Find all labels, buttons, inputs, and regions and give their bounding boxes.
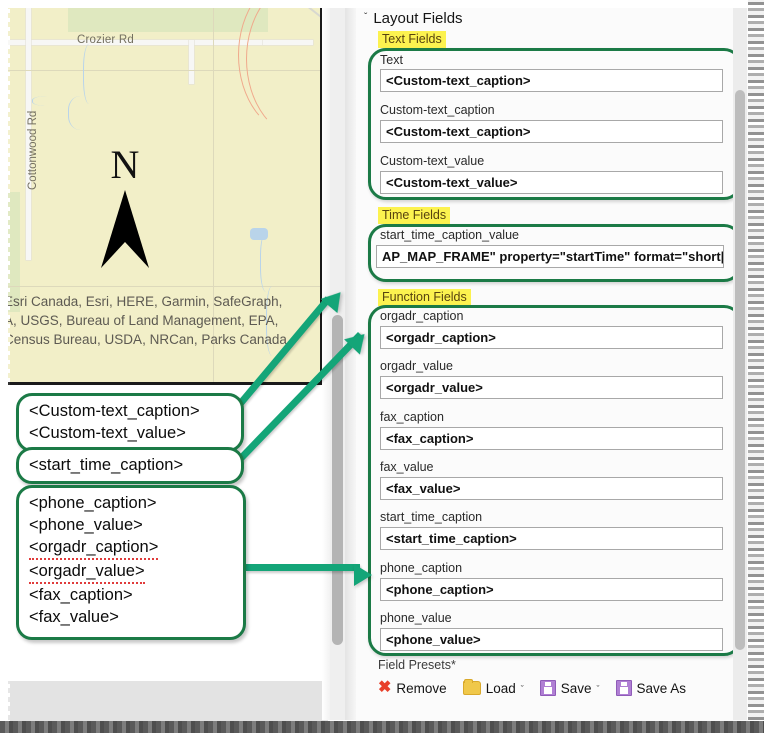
map-stream: [68, 96, 99, 130]
field-input-custom-text-value[interactable]: <Custom-text_value>: [380, 171, 723, 194]
field-label-phone-caption: phone_caption: [380, 561, 463, 575]
arrow-head-function-fields: [354, 564, 372, 586]
panel-title: Layout Fields: [373, 10, 463, 27]
attribution-line: Esri Canada, Esri, HERE, Garmin, SafeGra…: [8, 294, 283, 309]
callout-custom-text: <Custom-text_caption> <Custom-text_value…: [16, 393, 244, 452]
load-preset-button[interactable]: Load ˇ: [462, 679, 524, 696]
group-tag-time-fields: Time Fields: [378, 207, 451, 224]
map-attribution: Esri Canada, Esri, HERE, Garmin, SafeGra…: [8, 292, 320, 349]
field-label-fax-caption: fax_caption: [380, 410, 444, 424]
panel-header[interactable]: ˇ Layout Fields: [364, 10, 463, 27]
map-road: [189, 40, 194, 84]
callout-start-time: <start_time_caption>: [16, 447, 244, 484]
chevron-down-icon[interactable]: ˇ: [597, 684, 600, 694]
field-input-fax-value[interactable]: <fax_value>: [380, 477, 723, 500]
north-arrow-notch: [101, 242, 149, 268]
field-input-orgadr-value[interactable]: <orgadr_value>: [380, 376, 723, 399]
callout-line: <orgadr_value>: [29, 560, 145, 584]
callout-line: <fax_caption>: [29, 586, 133, 604]
field-label-orgadr-value: orgadr_value: [380, 359, 453, 373]
map-label-crozier-rd: Crozier Rd: [77, 34, 134, 46]
map-stream: [83, 44, 98, 104]
callout-line: <start_time_caption>: [29, 456, 184, 474]
field-label-phone-value: phone_value: [380, 611, 452, 625]
field-input-phone-caption[interactable]: <phone_caption>: [380, 578, 723, 601]
callout-line: <orgadr_caption>: [29, 536, 159, 560]
field-input-phone-value[interactable]: <phone_value>: [380, 628, 723, 651]
field-label-text: Text: [380, 53, 403, 67]
callout-line: <Custom-text_value>: [29, 424, 186, 442]
callout-line: <phone_caption>: [29, 494, 157, 512]
field-label-custom-text-caption: Custom-text_caption: [380, 103, 495, 117]
field-label-start-time-caption: start_time_caption: [380, 510, 483, 524]
save-preset-button[interactable]: Save ˇ: [539, 680, 600, 696]
north-arrow-triangle: [101, 190, 149, 268]
save-disk-icon: [539, 680, 556, 696]
map-waterbody: [250, 228, 268, 240]
chevron-down-icon[interactable]: ˇ: [364, 12, 367, 23]
map-canvas[interactable]: Crozier Rd Cottonwood Rd N Esri Canada, …: [8, 4, 323, 385]
group-tag-function-fields: Function Fields: [378, 289, 471, 306]
map-label-cottonwood-rd: Cottonwood Rd: [27, 110, 39, 190]
map-stream: [32, 96, 71, 106]
field-input-start-time-caption[interactable]: <start_time_caption>: [380, 527, 723, 550]
torn-edge-right: [748, 0, 764, 733]
north-arrow: N: [94, 144, 156, 274]
field-label-orgadr-caption: orgadr_caption: [380, 309, 464, 323]
save-as-label: Save As: [636, 680, 687, 696]
callout-function-fields: <phone_caption> <phone_value> <orgadr_ca…: [16, 485, 246, 640]
field-label-custom-text-value: Custom-text_value: [380, 154, 485, 168]
remove-label: Remove: [396, 680, 447, 696]
map-stream: [260, 232, 275, 292]
field-presets-label: Field Presets*: [378, 658, 456, 672]
field-label-start-time-caption-value: start_time_caption_value: [380, 228, 519, 242]
save-as-preset-button[interactable]: Save As: [615, 680, 687, 696]
remove-preset-button[interactable]: ✖ Remove: [378, 679, 447, 696]
save-label: Save: [560, 680, 592, 696]
field-input-text[interactable]: <Custom-text_caption>: [380, 69, 723, 92]
field-input-start-time-caption-value[interactable]: AP_MAP_FRAME" property="startTime" forma…: [376, 245, 724, 268]
close-icon: ✖: [378, 679, 392, 696]
callout-line: <Custom-text_caption>: [29, 402, 200, 420]
layout-fields-panel: ˇ Layout Fields Text Fields Text <Custom…: [356, 2, 748, 722]
load-label: Load: [485, 680, 516, 696]
panel-right-scrollbar-thumb[interactable]: [735, 90, 745, 650]
arrow-to-function-fields: [246, 564, 360, 571]
callout-line: <phone_value>: [29, 516, 143, 534]
attribution-line: Census Bureau, USDA, NRCan, Parks Canada: [8, 332, 287, 347]
screenshot-root: Crozier Rd Cottonwood Rd N Esri Canada, …: [0, 0, 764, 733]
chevron-down-icon[interactable]: ˇ: [521, 684, 524, 694]
save-disk-icon: [615, 680, 632, 696]
north-letter: N: [110, 142, 140, 187]
folder-icon: [462, 679, 481, 695]
field-input-fax-caption[interactable]: <fax_caption>: [380, 427, 723, 450]
callout-line: <fax_value>: [29, 608, 119, 626]
group-tag-text-fields: Text Fields: [378, 31, 446, 48]
field-label-fax-value: fax_value: [380, 460, 434, 474]
attribution-line: A, USGS, Bureau of Land Management, EPA,: [8, 313, 279, 328]
torn-edge-bottom: [0, 721, 764, 733]
field-input-custom-text-caption[interactable]: <Custom-text_caption>: [380, 120, 723, 143]
field-presets-toolbar: ✖ Remove Load ˇ Save ˇ Save As: [378, 679, 687, 696]
bottom-blank-strip: [8, 681, 328, 721]
field-input-orgadr-caption[interactable]: <orgadr_caption>: [380, 326, 723, 349]
